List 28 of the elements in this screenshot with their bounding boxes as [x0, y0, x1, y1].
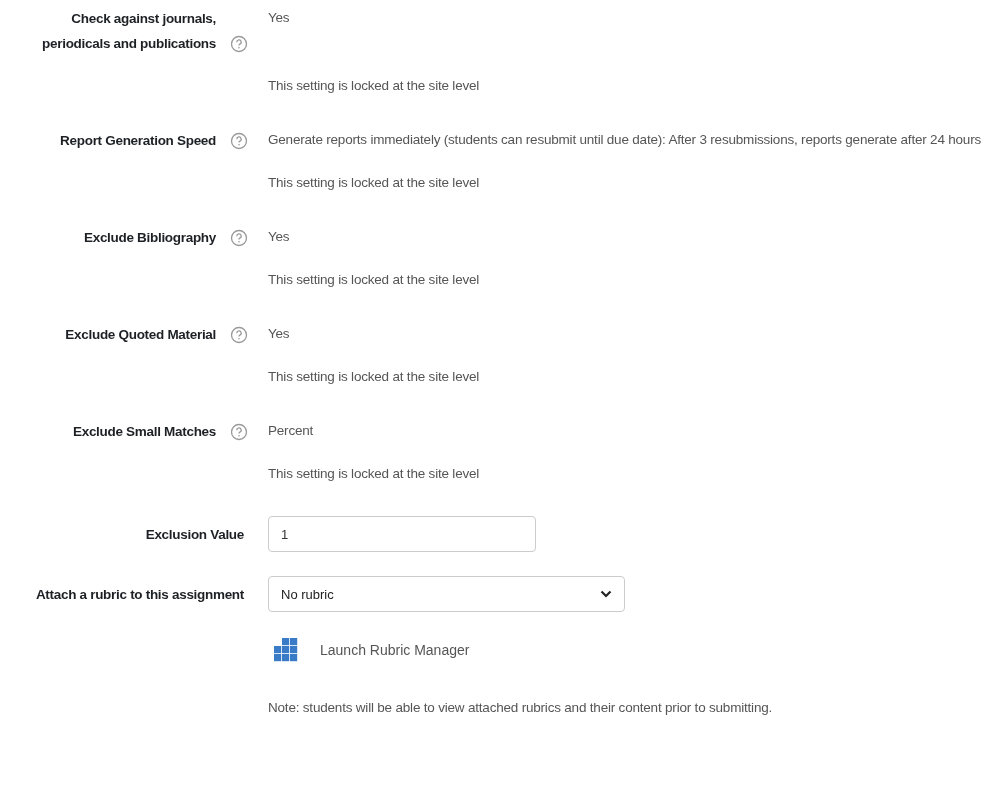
chevron-down-icon — [600, 590, 612, 598]
setting-value: Generate reports immediately (students can resubmit until due date): After 3 resubmissions, reports generate after 24 hours — [268, 131, 983, 149]
setting-label: Exclude Quoted Material — [65, 326, 216, 344]
setting-label: Report Generation Speed — [60, 132, 216, 150]
setting-value: Percent — [268, 422, 315, 440]
launch-rubric-manager-link[interactable]: Launch Rubric Manager — [274, 638, 997, 662]
field-label: Exclusion Value — [145, 525, 244, 544]
rubric-note: Note: students will be able to view attached rubrics and their content prior to submitting. — [268, 700, 774, 715]
help-icon[interactable] — [230, 229, 248, 247]
help-icon[interactable] — [230, 132, 248, 150]
setting-label: Check against journals, periodicals and publications — [41, 10, 216, 53]
locked-note: This setting is locked at the site level — [268, 368, 481, 386]
help-icon[interactable] — [230, 423, 248, 441]
setting-value: Yes — [268, 9, 291, 27]
locked-note: This setting is locked at the site level — [268, 174, 481, 192]
rubric-select[interactable]: No rubric — [268, 576, 625, 612]
locked-note: This setting is locked at the site level — [268, 77, 481, 95]
field-label: Attach a rubric to this assignment — [35, 585, 244, 604]
help-icon[interactable] — [230, 35, 248, 53]
help-icon[interactable] — [230, 326, 248, 344]
setting-label: Exclude Bibliography — [83, 229, 216, 247]
grid-icon — [274, 638, 298, 662]
locked-note: This setting is locked at the site level — [268, 465, 481, 483]
exclusion-value-field[interactable]: 1 — [268, 516, 536, 552]
setting-label: Exclude Small Matches — [73, 423, 216, 441]
setting-value: Yes — [268, 325, 291, 343]
locked-note: This setting is locked at the site level — [268, 271, 481, 289]
setting-value: Yes — [268, 228, 291, 246]
